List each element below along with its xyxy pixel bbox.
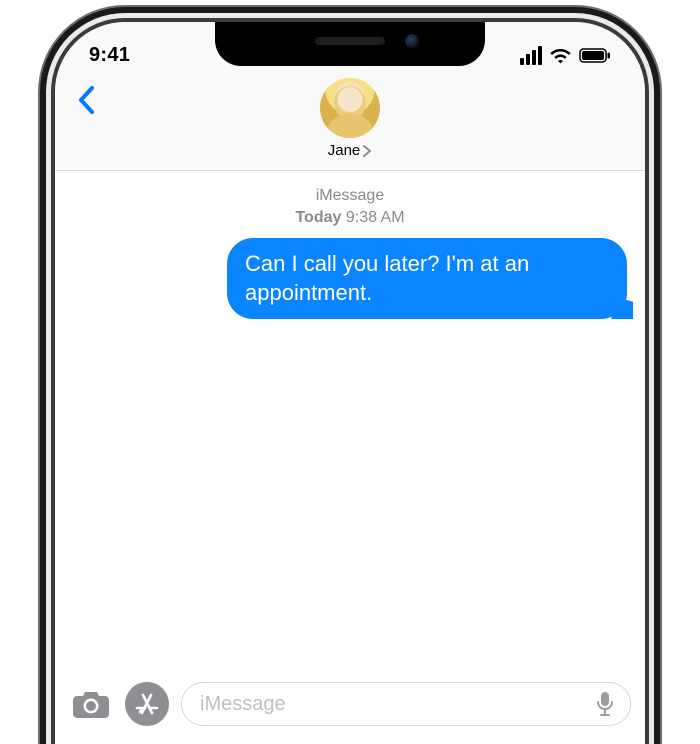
camera-icon [71,688,111,720]
message-text: Can I call you later? I'm at an appointm… [245,251,529,305]
thread-timestamp: iMessage Today 9:38 AM [73,185,627,228]
dictate-button[interactable] [590,689,620,719]
service-label: iMessage [73,185,627,207]
message-row: Can I call you later? I'm at an appointm… [73,238,627,319]
app-store-button[interactable] [125,682,169,726]
cellular-icon [520,46,542,65]
back-button[interactable] [71,80,101,120]
contact-name: Jane [328,142,361,159]
message-thread[interactable]: iMessage Today 9:38 AM Can I call you la… [55,171,645,641]
timestamp-time: 9:38 AM [346,209,405,226]
message-input-container[interactable] [181,682,631,726]
chevron-left-icon [77,85,95,115]
compose-bar [55,672,645,744]
status-time: 9:41 [89,44,130,67]
wifi-icon [549,47,572,64]
sent-message-bubble[interactable]: Can I call you later? I'm at an appointm… [227,238,627,319]
timestamp-day: Today [295,209,341,226]
camera-button[interactable] [69,682,113,726]
message-input[interactable] [200,693,590,716]
app-store-icon [134,691,160,717]
status-indicators [520,46,611,65]
contact-avatar[interactable] [320,78,380,138]
notch [215,22,485,66]
battery-icon [579,48,611,63]
conversation-header: Jane [55,74,645,171]
microphone-icon [596,691,614,717]
chevron-right-icon [362,144,372,158]
contact-name-button[interactable]: Jane [328,142,373,159]
phone-frame: 9:41 [55,22,645,744]
